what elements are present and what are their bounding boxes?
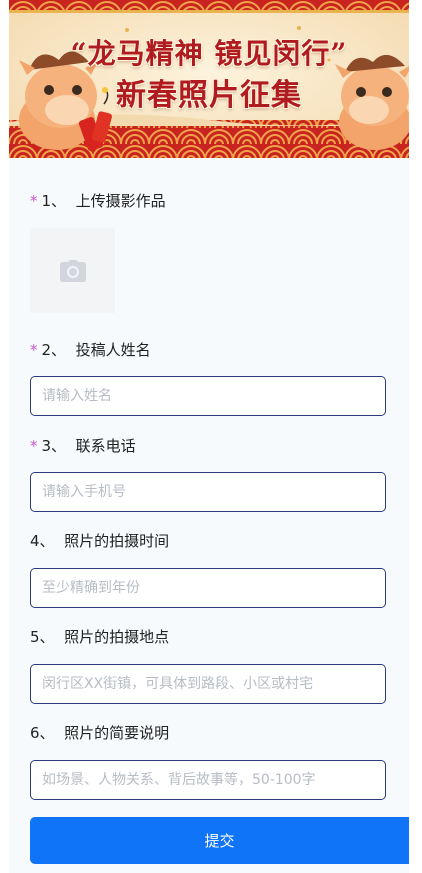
photo-description-input[interactable] <box>30 760 386 800</box>
banner: “龙马精神 镜见闵行” 新春照片征集 <box>9 0 409 158</box>
question-2-number: 2、 <box>41 341 67 359</box>
question-3-label: * 3、 联系电话 <box>30 435 136 456</box>
question-5-label: 5、 照片的拍摄地点 <box>30 626 169 647</box>
camera-icon <box>59 259 86 282</box>
question-5-number: 5、 <box>30 628 55 646</box>
question-2-text: 投稿人姓名 <box>75 341 151 359</box>
question-5-text: 照片的拍摄地点 <box>64 628 170 646</box>
question-4-label: 4、 照片的拍摄时间 <box>30 530 169 551</box>
question-2-label: * 2、 投稿人姓名 <box>30 339 151 360</box>
question-1-text: 上传摄影作品 <box>75 192 166 210</box>
question-6-label: 6、 照片的简要说明 <box>30 722 169 743</box>
banner-subtitle: 新春照片征集 <box>116 78 302 113</box>
question-6-number: 6、 <box>30 724 55 742</box>
question-1-number: 1、 <box>41 192 67 210</box>
question-6-text: 照片的简要说明 <box>64 724 170 742</box>
banner-title: “龙马精神 镜见闵行” <box>70 37 348 70</box>
question-1-label: * 1、 上传摄影作品 <box>30 190 166 211</box>
submit-button[interactable]: 提交 <box>30 817 409 864</box>
phone-input[interactable] <box>30 472 386 512</box>
question-3-text: 联系电话 <box>75 437 136 455</box>
question-4-number: 4、 <box>30 532 55 550</box>
photo-location-input[interactable] <box>30 664 386 704</box>
name-input[interactable] <box>30 376 386 416</box>
required-mark: * <box>30 192 38 210</box>
question-4-text: 照片的拍摄时间 <box>64 532 170 550</box>
required-mark: * <box>30 437 38 455</box>
photo-time-input[interactable] <box>30 568 386 608</box>
page: “龙马精神 镜见闵行” 新春照片征集 * 1、 上传摄影作品 * 2、 投稿人姓名 … <box>9 0 409 873</box>
required-mark: * <box>30 341 38 359</box>
question-3-number: 3、 <box>41 437 67 455</box>
photo-upload-button[interactable] <box>30 228 115 313</box>
